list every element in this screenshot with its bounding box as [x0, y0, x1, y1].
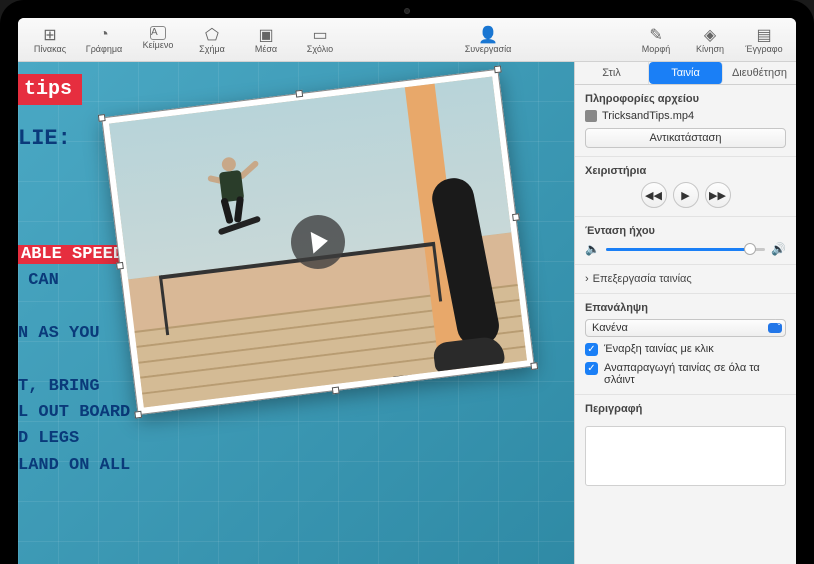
- repeat-title: Επανάληψη: [585, 302, 786, 314]
- resize-handle[interactable]: [494, 65, 502, 73]
- rewind-button[interactable]: ◀◀: [641, 182, 667, 208]
- resize-handle[interactable]: [295, 90, 303, 98]
- resize-handle[interactable]: [98, 114, 106, 122]
- toolbar-label: Έγγραφο: [745, 44, 782, 54]
- checkbox-label: Έναρξη ταινίας με κλικ: [604, 343, 714, 355]
- tab-style[interactable]: Στιλ: [575, 62, 649, 84]
- toolbar-label: Κείμενο: [143, 40, 174, 50]
- forward-button[interactable]: ▶▶: [705, 182, 731, 208]
- checkbox-play-all-slides[interactable]: ✓: [585, 362, 598, 375]
- toolbar-label: Μορφή: [642, 44, 670, 54]
- checkbox-start-on-click[interactable]: ✓: [585, 343, 598, 356]
- repeat-value: Κανένα: [592, 322, 628, 334]
- file-row: TricksandTips.mp4: [585, 110, 786, 122]
- toolbar-label: Σχήμα: [199, 44, 225, 54]
- comment-icon: ▭: [312, 26, 327, 44]
- checkbox-label: Αναπαραγωγή ταινίας σε όλα τα σλάιντ: [604, 362, 786, 386]
- toolbar-label: Σχόλιο: [307, 44, 333, 54]
- animate-icon: ◈: [704, 26, 716, 44]
- collaborate-icon: 👤: [478, 26, 498, 44]
- file-icon: [585, 110, 597, 122]
- toolbar-format[interactable]: ✎ Μορφή: [636, 26, 676, 54]
- toolbar-collaborate[interactable]: 👤 Συνεργασία: [465, 26, 512, 54]
- toolbar-label: Κίνηση: [696, 44, 724, 54]
- inspector-tabs: Στιλ Ταινία Διευθέτηση: [575, 62, 796, 85]
- body-text: ABLE SPEED CAN N AS YOU T, BRING L OUT B…: [18, 242, 130, 479]
- toolbar: ⊞ Πίνακας ◔ Γράφημα A Κείμενο ⬠ Σχήμα ▣: [18, 18, 796, 62]
- chart-icon: ◔: [99, 26, 109, 44]
- play-control-button[interactable]: ▶: [673, 182, 699, 208]
- resize-handle[interactable]: [530, 362, 538, 370]
- title-pill: tips: [18, 74, 82, 105]
- shape-icon: ⬠: [205, 26, 219, 44]
- toolbar-media[interactable]: ▣ Μέσα: [246, 26, 286, 54]
- slide-canvas[interactable]: tips LIE: ABLE SPEED CAN N AS YOU T, BRI…: [18, 62, 574, 564]
- table-icon: ⊞: [43, 26, 56, 44]
- resize-handle[interactable]: [134, 411, 142, 419]
- toolbar-text[interactable]: A Κείμενο: [138, 26, 178, 54]
- toolbar-comment[interactable]: ▭ Σχόλιο: [300, 26, 340, 54]
- toolbar-label: Πίνακας: [34, 44, 66, 54]
- toolbar-animate[interactable]: ◈ Κίνηση: [690, 26, 730, 54]
- file-info-title: Πληροφορίες αρχείου: [585, 93, 786, 105]
- volume-title: Ένταση ήχου: [585, 225, 786, 237]
- replace-button[interactable]: Αντικατάσταση: [585, 128, 786, 148]
- toolbar-table[interactable]: ⊞ Πίνακας: [30, 26, 70, 54]
- toolbar-shape[interactable]: ⬠ Σχήμα: [192, 26, 232, 54]
- controls-title: Χειριστήρια: [585, 165, 786, 177]
- toolbar-label: Μέσα: [255, 44, 277, 54]
- speaker-low-icon: 🔈: [585, 242, 600, 256]
- volume-slider[interactable]: [606, 248, 765, 251]
- document-icon: ▤: [756, 26, 771, 44]
- inspector-panel: Στιλ Ταινία Διευθέτηση Πληροφορίες αρχεί…: [574, 62, 796, 564]
- chevron-right-icon: ›: [585, 273, 589, 285]
- resize-handle[interactable]: [512, 213, 520, 221]
- description-title: Περιγραφή: [585, 403, 786, 415]
- toolbar-label: Συνεργασία: [465, 44, 512, 54]
- toolbar-document[interactable]: ▤ Έγγραφο: [744, 26, 784, 54]
- tab-arrange[interactable]: Διευθέτηση: [723, 62, 796, 84]
- tab-movie[interactable]: Ταινία: [649, 62, 723, 84]
- edit-movie-disclosure[interactable]: › Επεξεργασία ταινίας: [585, 273, 786, 285]
- toolbar-chart[interactable]: ◔ Γράφημα: [84, 26, 124, 54]
- repeat-select[interactable]: Κανένα: [585, 319, 786, 337]
- toolbar-label: Γράφημα: [86, 44, 123, 54]
- resize-handle[interactable]: [332, 387, 340, 395]
- camera-notch: [404, 8, 410, 14]
- edit-movie-label: Επεξεργασία ταινίας: [593, 273, 692, 285]
- speaker-high-icon: 🔊: [771, 242, 786, 256]
- description-textarea[interactable]: [585, 426, 786, 486]
- media-icon: ▣: [258, 26, 273, 44]
- file-name: TricksandTips.mp4: [602, 110, 694, 122]
- heading-text: LIE:: [18, 126, 71, 151]
- format-icon: ✎: [649, 26, 662, 44]
- resize-handle[interactable]: [116, 262, 124, 270]
- text-icon: A: [150, 26, 166, 40]
- video-object[interactable]: [101, 69, 535, 416]
